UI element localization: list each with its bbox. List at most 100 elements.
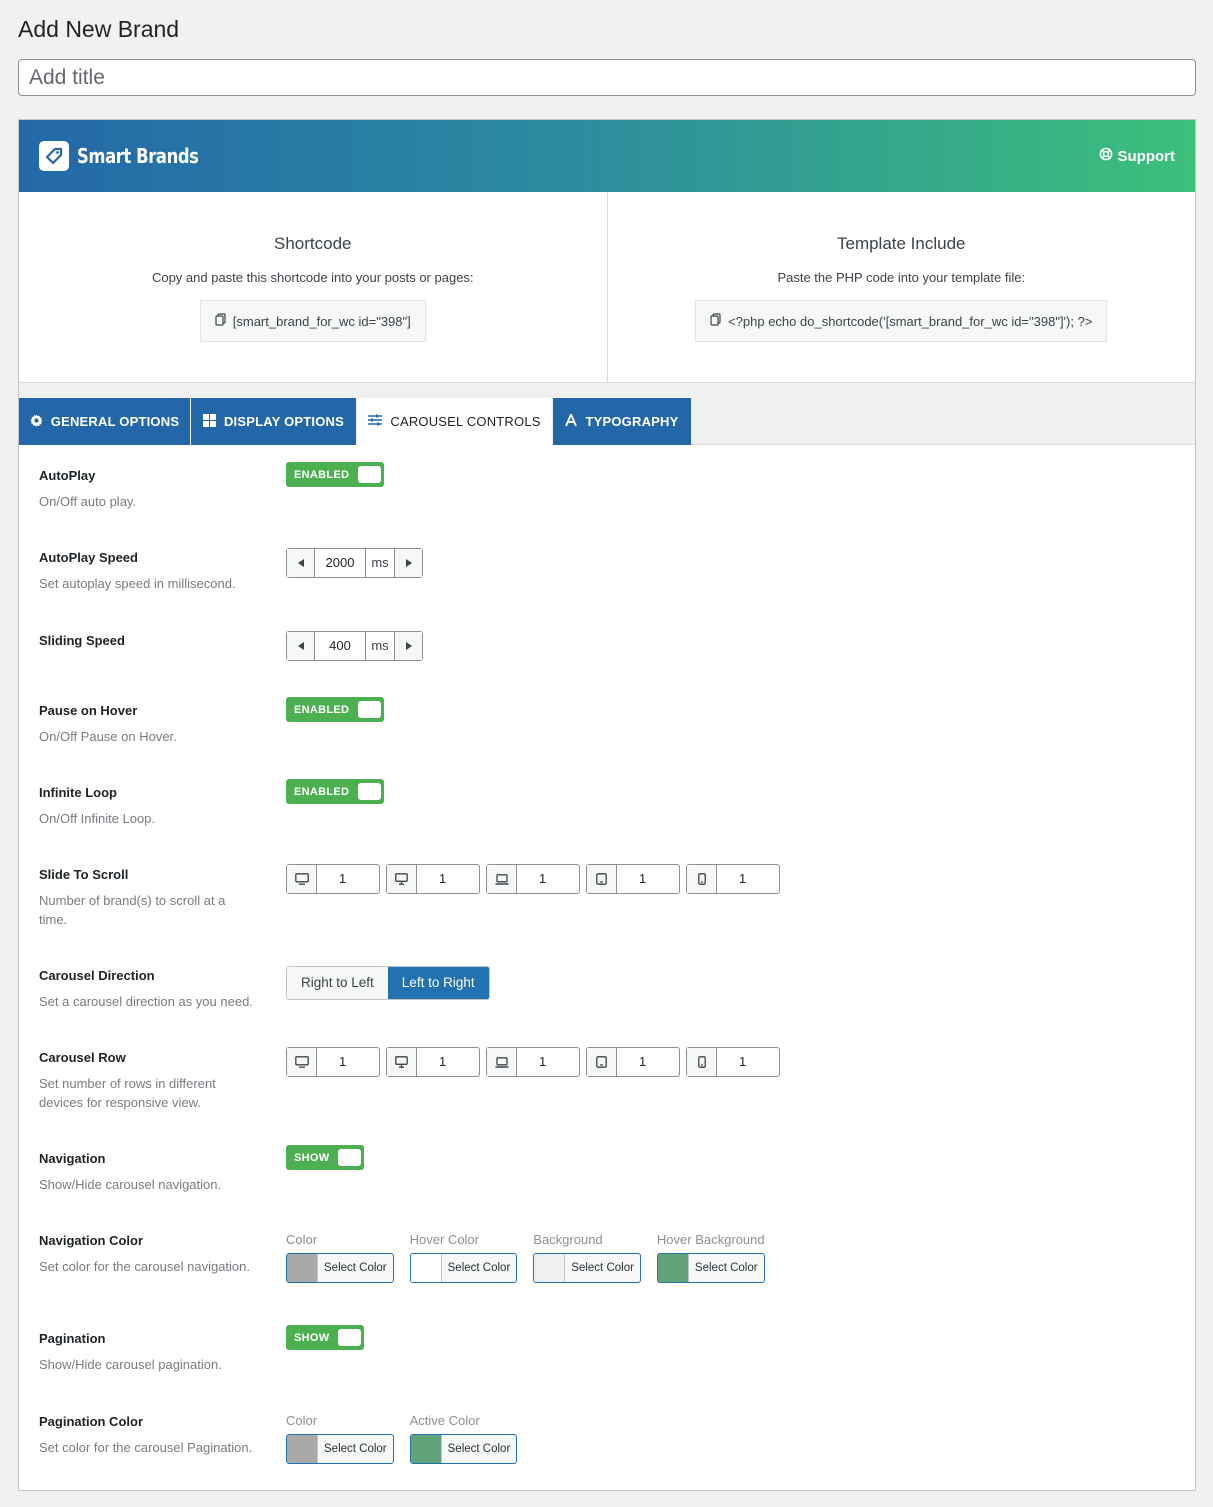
nav-background-picker[interactable]: Select Color [533, 1253, 641, 1283]
navigation-toggle[interactable]: SHOW [286, 1145, 365, 1170]
setting-control: 400 ms [286, 631, 423, 661]
mobile-field[interactable]: 1 [686, 1047, 780, 1077]
shortcode-text: [smart_brand_for_wc id="398"] [232, 313, 411, 329]
setting-description: On/Off Pause on Hover. [39, 729, 177, 744]
tab-display-options[interactable]: DISPLAY OPTIONS [191, 398, 356, 445]
toggle-label: SHOW [294, 1331, 330, 1344]
decrement-button[interactable] [287, 632, 315, 660]
setting-title: Navigation [39, 1151, 106, 1166]
increment-button[interactable] [394, 549, 422, 577]
pagination-color-pickers: Color Select Color Active Color Select C… [286, 1413, 518, 1464]
field-value: 1 [439, 871, 447, 886]
grid-icon [202, 413, 216, 430]
setting-description: Number of brand(s) to scroll at a time. [39, 893, 226, 927]
caret-right-icon [405, 559, 412, 567]
desktop-field[interactable]: 1 [386, 1047, 480, 1077]
field-value: 1 [339, 1054, 347, 1069]
nav-color-picker[interactable]: Select Color [286, 1253, 394, 1283]
field-value: 1 [539, 1054, 547, 1069]
brand-settings-panel: Smart Brands Support Shortcode Copy and … [18, 119, 1196, 1491]
setting-control: SHOW [286, 1325, 365, 1350]
large-desktop-field[interactable]: 1 [286, 1047, 380, 1077]
decrement-button[interactable] [287, 549, 315, 577]
carousel-row-devices: 1 1 1 1 1 [286, 1047, 780, 1077]
toggle-label: ENABLED [294, 468, 350, 481]
gear-icon [30, 414, 43, 430]
color-swatch [287, 1254, 318, 1282]
tab-label: CAROUSEL CONTROLS [390, 414, 541, 429]
template-code-copy-field[interactable]: <?php echo do_shortcode('[smart_brand_fo… [695, 300, 1108, 342]
toggle-label: SHOW [294, 1151, 330, 1164]
tab-label: GENERAL OPTIONS [50, 414, 180, 429]
color-swatch [657, 1254, 689, 1282]
field-value: 1 [739, 1054, 747, 1069]
navigation-color-pickers: Color Select Color Hover Color Select Co… [286, 1232, 765, 1283]
brand-logo-icon [39, 141, 69, 171]
nav-hover-background-picker[interactable]: Select Color [656, 1253, 765, 1283]
select-color-button: Select Color [447, 1262, 511, 1274]
autoplay-speed-input[interactable]: 2000 [315, 549, 365, 577]
copy-icon [215, 313, 227, 329]
tab-typography[interactable]: TYPOGRAPHY [553, 398, 691, 445]
desktop-icon [387, 865, 417, 893]
laptop-field[interactable]: 1 [486, 1047, 580, 1077]
setting-title: AutoPlay [39, 468, 96, 483]
pagination-toggle[interactable]: SHOW [286, 1325, 365, 1350]
infinite-loop-toggle[interactable]: ENABLED [286, 779, 385, 804]
laptop-field[interactable]: 1 [486, 864, 580, 894]
tab-label: TYPOGRAPHY [585, 414, 679, 429]
field-value: 1 [639, 871, 647, 886]
desktop-field[interactable]: 1 [386, 864, 480, 894]
setting-description: Show/Hide carousel navigation. [39, 1177, 222, 1192]
field-value: 1 [639, 1054, 647, 1069]
color-label: Hover Background [656, 1232, 765, 1247]
pagination-color: Color Select Color [286, 1413, 394, 1464]
font-icon [565, 412, 578, 429]
pagination-color-picker[interactable]: Select Color [286, 1434, 394, 1464]
nav-hover-color-picker[interactable]: Select Color [409, 1253, 518, 1283]
template-include-description: Paste the PHP code into your template fi… [777, 270, 1026, 285]
setting-title: Sliding Speed [39, 633, 125, 648]
support-label: Support [1117, 147, 1176, 165]
setting-description: On/Off Infinite Loop. [39, 811, 156, 826]
sliding-speed-spinner: 400 ms [286, 631, 423, 661]
plugin-banner: Smart Brands Support [19, 120, 1195, 192]
nav-hover-background: Hover Background Select Color [656, 1232, 765, 1283]
large-desktop-field[interactable]: 1 [286, 864, 380, 894]
tablet-field[interactable]: 1 [586, 864, 680, 894]
unit-label: ms [365, 549, 394, 577]
tab-general-options[interactable]: GENERAL OPTIONS [19, 398, 190, 445]
pagination-active-color-picker[interactable]: Select Color [409, 1434, 518, 1464]
field-value: 1 [339, 871, 347, 886]
setting-control: ENABLED [286, 462, 385, 487]
setting-description: Set color for the carousel Pagination. [39, 1440, 253, 1455]
title-input[interactable] [18, 59, 1196, 96]
shortcode-section: Shortcode Copy and paste this shortcode … [19, 192, 1195, 383]
field-value: 1 [539, 871, 547, 886]
support-link[interactable]: Support [1099, 147, 1176, 165]
color-label: Active Color [409, 1413, 480, 1428]
sliding-speed-input[interactable]: 400 [315, 632, 365, 660]
color-label: Hover Color [409, 1232, 479, 1247]
tab-carousel-controls[interactable]: CAROUSEL CONTROLS [357, 398, 552, 445]
large-desktop-icon [287, 865, 317, 893]
increment-button[interactable] [394, 632, 422, 660]
select-color-button: Select Color [694, 1262, 758, 1274]
setting-title: Pagination [39, 1331, 106, 1346]
setting-control: ENABLED [286, 697, 385, 722]
tablet-field[interactable]: 1 [586, 1047, 680, 1077]
direction-left-to-right-button[interactable]: Left to Right [387, 967, 489, 999]
mobile-field[interactable]: 1 [686, 864, 780, 894]
template-include-box: Template Include Paste the PHP code into… [606, 192, 1196, 382]
setting-control: 1 1 1 1 1 [286, 1047, 780, 1077]
laptop-icon [487, 1048, 517, 1076]
shortcode-copy-field[interactable]: [smart_brand_for_wc id="398"] [199, 300, 426, 342]
color-swatch [410, 1254, 442, 1282]
nav-background: Background Select Color [533, 1232, 641, 1283]
direction-right-to-left-button[interactable]: Right to Left [287, 967, 388, 999]
pause-on-hover-toggle[interactable]: ENABLED [286, 697, 385, 722]
setting-control: ENABLED [286, 779, 385, 804]
support-icon [1099, 147, 1113, 165]
toggle-knob [338, 1329, 362, 1346]
autoplay-toggle[interactable]: ENABLED [286, 462, 385, 487]
